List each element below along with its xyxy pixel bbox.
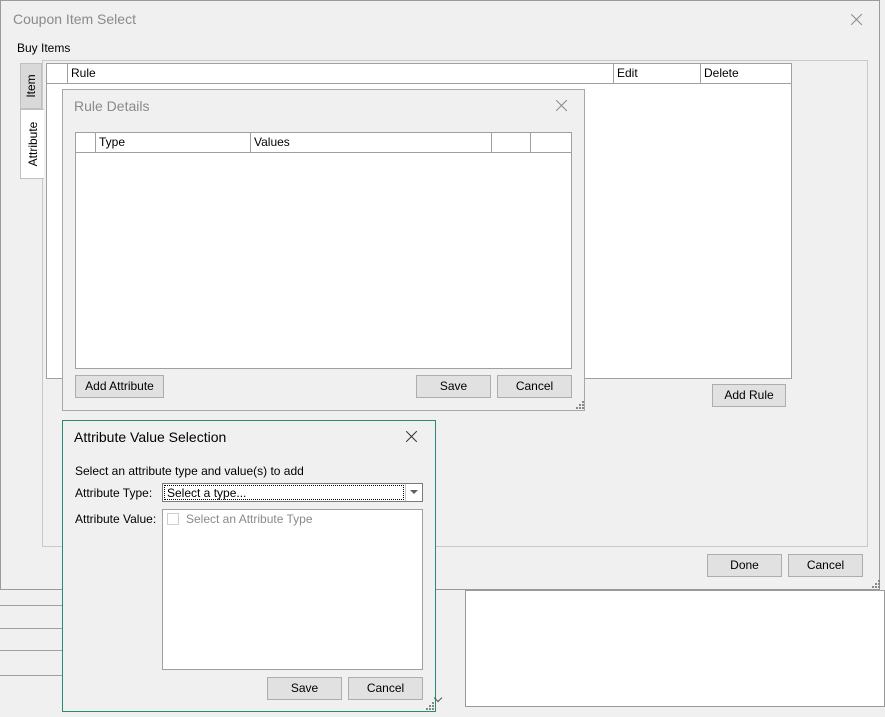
attribute-value-selection-dialog: Attribute Value Selection Select an attr… bbox=[62, 420, 436, 712]
attribute-value-label: Attribute Value: bbox=[75, 512, 157, 526]
tab-item-label: Item bbox=[24, 74, 38, 98]
attribute-type-label: Attribute Type: bbox=[75, 486, 153, 500]
attribute-value-list[interactable]: Select an Attribute Type bbox=[162, 509, 423, 670]
resize-grip-icon[interactable] bbox=[872, 580, 880, 588]
done-button[interactable]: Done bbox=[707, 554, 782, 577]
checkbox bbox=[167, 513, 179, 525]
column-header-edit[interactable] bbox=[492, 133, 531, 152]
row-header-cell bbox=[47, 64, 68, 83]
attribute-type-value: Select a type... bbox=[164, 485, 404, 500]
close-icon[interactable] bbox=[851, 13, 863, 25]
row-header-cell bbox=[76, 133, 96, 152]
close-icon[interactable] bbox=[556, 99, 568, 111]
resize-grip-icon[interactable] bbox=[426, 702, 434, 710]
background-divider bbox=[0, 675, 62, 676]
cancel-button[interactable]: Cancel bbox=[497, 375, 572, 398]
save-button[interactable]: Save bbox=[416, 375, 491, 398]
rule-details-dialog: Rule Details Type Values Add Attribute S… bbox=[62, 89, 585, 411]
column-header-rule[interactable]: Rule bbox=[68, 64, 614, 83]
instruction-text: Select an attribute type and value(s) to… bbox=[75, 464, 304, 478]
section-label: Buy Items bbox=[17, 41, 71, 55]
tab-item[interactable]: Item bbox=[20, 63, 42, 109]
dialog-title: Rule Details bbox=[74, 98, 150, 114]
cancel-button[interactable]: Cancel bbox=[788, 554, 863, 577]
save-button[interactable]: Save bbox=[267, 677, 342, 700]
window-title: Coupon Item Select bbox=[13, 11, 136, 27]
chevron-down-icon[interactable] bbox=[405, 484, 422, 501]
rule-grid-header: Rule Edit Delete bbox=[47, 64, 791, 84]
column-header-delete[interactable] bbox=[531, 133, 571, 152]
attribute-value-placeholder: Select an Attribute Type bbox=[186, 512, 313, 526]
rule-details-grid-header: Type Values bbox=[76, 133, 571, 153]
column-header-type[interactable]: Type bbox=[96, 133, 251, 152]
add-attribute-button[interactable]: Add Attribute bbox=[75, 375, 164, 398]
background-divider bbox=[0, 650, 62, 651]
background-window-right bbox=[465, 590, 885, 707]
background-divider bbox=[0, 628, 62, 629]
tab-attribute[interactable]: Attribute bbox=[20, 109, 44, 179]
resize-grip-icon[interactable] bbox=[576, 401, 584, 409]
column-header-edit[interactable]: Edit bbox=[614, 64, 701, 83]
cancel-button[interactable]: Cancel bbox=[348, 677, 423, 700]
column-header-delete[interactable]: Delete bbox=[701, 64, 791, 83]
attribute-type-select[interactable]: Select a type... bbox=[162, 483, 423, 502]
background-divider bbox=[0, 605, 62, 606]
dialog-title: Attribute Value Selection bbox=[74, 429, 227, 445]
close-icon[interactable] bbox=[406, 430, 418, 442]
add-rule-button[interactable]: Add Rule bbox=[712, 384, 786, 407]
column-header-values[interactable]: Values bbox=[251, 133, 492, 152]
rule-details-grid[interactable]: Type Values bbox=[75, 132, 572, 369]
tab-attribute-label: Attribute bbox=[25, 121, 40, 167]
